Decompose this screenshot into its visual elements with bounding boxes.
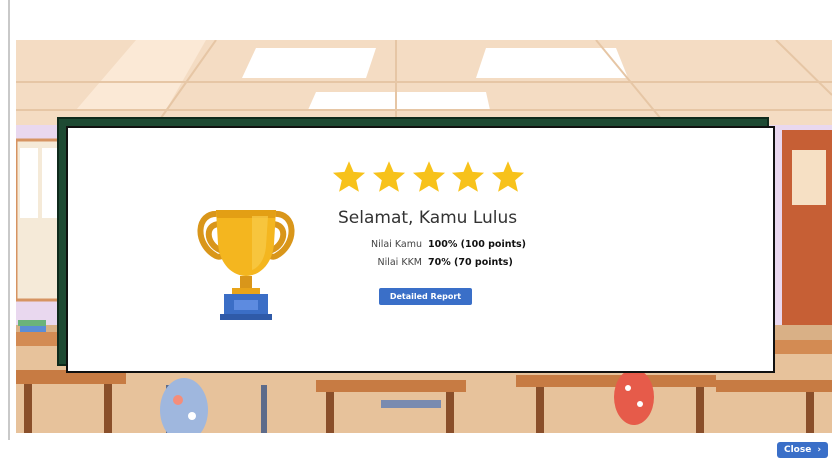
quiz-result-page: Selamat, Kamu Lulus Nilai Kamu 100% (100 … <box>0 0 832 459</box>
score-value: 100% (100 points) <box>428 239 527 250</box>
result-card: Selamat, Kamu Lulus Nilai Kamu 100% (100 … <box>66 126 775 373</box>
rating-stars <box>331 158 526 196</box>
close-button-label: Close <box>783 445 812 455</box>
score-label: Nilai KKM <box>377 257 422 268</box>
page-left-border <box>8 0 10 440</box>
score-row-kkm: Nilai KKM 70% (70 points) <box>348 257 588 271</box>
score-label: Nilai Kamu <box>370 239 422 250</box>
score-row-user: Nilai Kamu 100% (100 points) <box>348 239 588 253</box>
close-button[interactable]: Close › <box>777 442 828 458</box>
result-title: Selamat, Kamu Lulus <box>338 208 518 228</box>
score-value: 70% (70 points) <box>428 257 513 268</box>
detailed-report-button[interactable]: Detailed Report <box>379 288 472 305</box>
star-icon <box>372 161 405 192</box>
trophy-icon <box>197 210 295 320</box>
star-icon <box>412 161 445 192</box>
star-icon <box>452 161 485 192</box>
chevron-right-icon: › <box>817 445 822 455</box>
star-icon <box>491 161 525 192</box>
star-icon <box>332 161 366 192</box>
